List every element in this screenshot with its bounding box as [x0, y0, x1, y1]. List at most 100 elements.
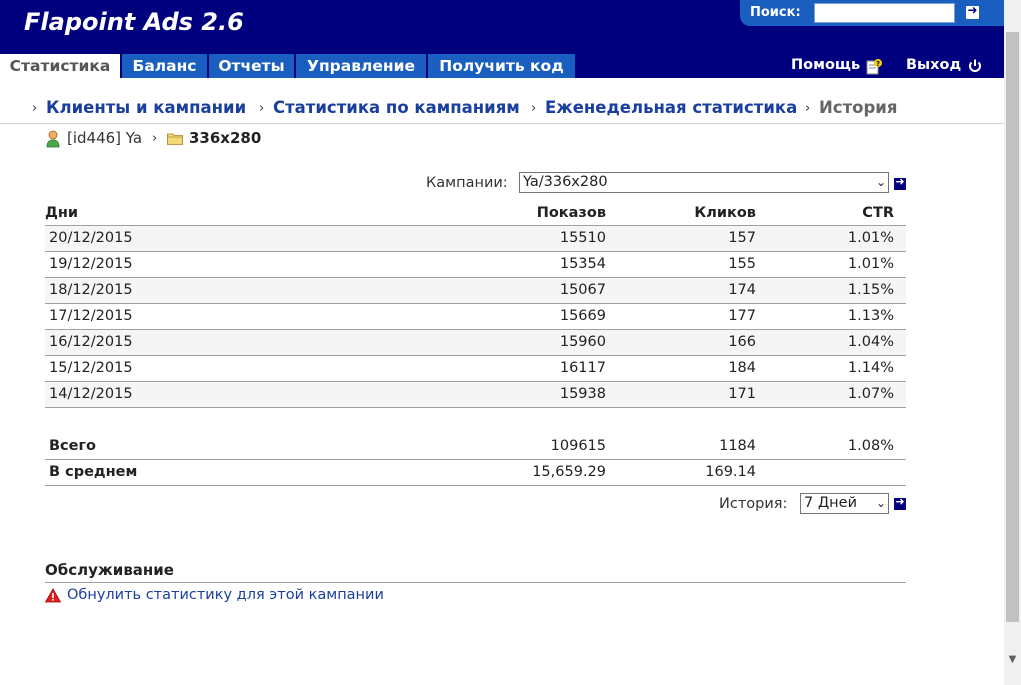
cell-clicks: 177	[728, 308, 756, 324]
logout-link[interactable]: Выход	[906, 57, 961, 73]
cell-ctr: 1.14%	[847, 360, 894, 376]
path-user-link[interactable]: [id446] Ya	[67, 129, 142, 147]
app-title: Flapoint Ads 2.6	[24, 8, 244, 36]
cell-clicks: 155	[728, 256, 756, 272]
help-link[interactable]: Помощь	[791, 57, 860, 73]
header-ctr: CTR	[862, 205, 894, 221]
chevron-right-icon: ›	[259, 101, 265, 116]
search-go-button[interactable]: ➜	[966, 3, 979, 19]
history-select[interactable]: 7 Дней ⌄	[800, 493, 889, 514]
header-shows: Показов	[536, 205, 606, 221]
cell-day: 16/12/2015	[49, 334, 133, 350]
header-days: Дни	[45, 205, 79, 221]
history-go-button[interactable]: ➜	[894, 495, 906, 510]
cell-day: 19/12/2015	[49, 256, 133, 272]
cell-day: 15/12/2015	[49, 360, 133, 376]
help-icon[interactable]: ?	[866, 58, 882, 75]
scrollbar-thumb[interactable]	[1006, 32, 1019, 622]
cell-day: 20/12/2015	[49, 230, 133, 246]
total-shows: 109615	[550, 438, 606, 454]
maintenance-title: Обслуживание	[45, 561, 174, 579]
average-shows: 15,659.29	[532, 464, 606, 480]
chevron-right-icon: ›	[32, 101, 38, 116]
search-label: Поиск:	[750, 5, 801, 20]
arrow-right-icon: ➜	[895, 175, 905, 188]
table-header: Дни Показов Кликов CTR	[45, 201, 906, 226]
breadcrumb-clients[interactable]: Клиенты и кампании	[46, 98, 246, 117]
cell-ctr: 1.07%	[847, 386, 894, 402]
header-clicks: Кликов	[694, 205, 756, 221]
cell-ctr: 1.01%	[847, 230, 894, 246]
power-icon[interactable]	[967, 58, 983, 74]
chevron-down-icon: ⌄	[875, 175, 886, 189]
divider	[0, 123, 1004, 124]
chevron-right-icon: ›	[531, 101, 537, 116]
tab-reports[interactable]: Отчеты	[209, 54, 296, 78]
breadcrumb-campaign-stats[interactable]: Статистика по кампаниям	[273, 98, 520, 117]
cell-clicks: 166	[728, 334, 756, 350]
divider	[45, 582, 906, 583]
chevron-down-icon: ⌄	[875, 496, 886, 510]
total-row: Всего 109615 1184 1.08%	[45, 434, 906, 460]
path-folder-name: 336x280	[189, 129, 262, 147]
total-clicks: 1184	[719, 438, 756, 454]
cell-ctr: 1.13%	[847, 308, 894, 324]
chevron-right-icon: ›	[152, 131, 158, 146]
table-row: 20/12/2015 15510 157 1.01%	[45, 226, 906, 252]
cell-shows: 15354	[559, 256, 606, 272]
cell-shows: 15669	[559, 308, 606, 324]
table-row: 16/12/2015 15960 166 1.04%	[45, 330, 906, 356]
cell-shows: 16117	[559, 360, 606, 376]
folder-icon	[167, 133, 183, 145]
history-label: История:	[719, 496, 788, 512]
tab-statistics[interactable]: Статистика	[0, 54, 122, 78]
arrow-right-icon: ➜	[895, 495, 905, 508]
cell-ctr: 1.15%	[847, 282, 894, 298]
total-label: Всего	[49, 438, 97, 454]
campaign-select[interactable]: Ya/336x280 ⌄	[519, 172, 889, 193]
cell-clicks: 171	[728, 386, 756, 402]
arrow-right-icon: ➜	[967, 3, 978, 17]
cell-shows: 15960	[559, 334, 606, 350]
average-clicks: 169.14	[705, 464, 756, 480]
average-label: В среднем	[49, 464, 138, 480]
campaign-label: Кампании:	[426, 175, 508, 191]
table-row: 17/12/2015 15669 177 1.13%	[45, 304, 906, 330]
cell-day: 18/12/2015	[49, 282, 133, 298]
scroll-down-icon[interactable]: ▼	[1006, 654, 1019, 668]
tab-balance[interactable]: Баланс	[122, 54, 209, 78]
warning-icon	[45, 588, 61, 603]
cell-shows: 15938	[559, 386, 606, 402]
cell-clicks: 174	[728, 282, 756, 298]
cell-shows: 15510	[559, 230, 606, 246]
table-row: 15/12/2015 16117 184 1.14%	[45, 356, 906, 382]
cell-ctr: 1.01%	[847, 256, 894, 272]
table-row: 18/12/2015 15067 174 1.15%	[45, 278, 906, 304]
tab-get-code[interactable]: Получить код	[428, 54, 575, 78]
breadcrumb-history: История	[819, 98, 898, 117]
app-header: Flapoint Ads 2.6 Поиск: ➜ Статистика Бал…	[0, 0, 1004, 78]
history-select-value: 7 Дней	[804, 495, 857, 511]
tab-management[interactable]: Управление	[296, 54, 428, 78]
search-box: Поиск: ➜	[740, 0, 1004, 26]
total-ctr: 1.08%	[847, 438, 894, 454]
cell-clicks: 157	[728, 230, 756, 246]
campaign-select-value: Ya/336x280	[523, 174, 608, 190]
user-icon	[46, 130, 60, 148]
search-input[interactable]	[814, 3, 955, 23]
reset-stats-link[interactable]: Обнулить статистику для этой кампании	[67, 587, 384, 603]
cell-ctr: 1.04%	[847, 334, 894, 350]
table-row: 14/12/2015 15938 171 1.07%	[45, 382, 906, 408]
stats-table: Дни Показов Кликов CTR 20/12/2015 15510 …	[45, 201, 906, 486]
cell-shows: 15067	[559, 282, 606, 298]
cell-day: 14/12/2015	[49, 386, 133, 402]
cell-clicks: 184	[728, 360, 756, 376]
average-row: В среднем 15,659.29 169.14	[45, 460, 906, 486]
table-row: 19/12/2015 15354 155 1.01%	[45, 252, 906, 278]
campaign-go-button[interactable]: ➜	[894, 175, 906, 190]
svg-text:?: ?	[876, 60, 880, 68]
cell-day: 17/12/2015	[49, 308, 133, 324]
breadcrumb-weekly-stats[interactable]: Еженедельная статистика	[545, 98, 797, 117]
chevron-right-icon: ›	[805, 101, 811, 116]
